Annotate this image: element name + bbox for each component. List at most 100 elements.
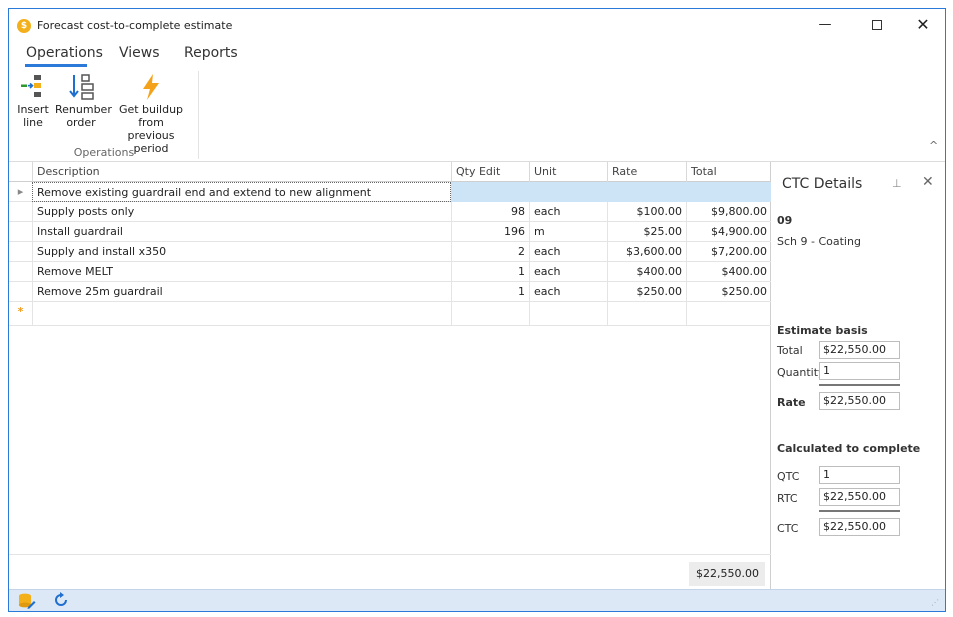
collapse-ribbon-icon[interactable]: ^ <box>929 139 938 152</box>
table-row[interactable]: ▸ Remove existing guardrail end and exte… <box>9 182 771 202</box>
quantity-field[interactable]: 1 <box>819 362 900 380</box>
calculated-divider <box>819 510 900 512</box>
ribbon-group-label: Operations <box>73 146 135 159</box>
pin-icon[interactable]: ⊥ <box>892 177 902 190</box>
cell-total: $9,800.00 <box>686 202 771 222</box>
lightning-icon <box>109 71 193 103</box>
estimate-grid: Description Qty Edit Unit Rate Total ▸ R… <box>9 162 771 589</box>
main-window: $ Forecast cost-to-complete estimate — ✕… <box>8 8 946 612</box>
new-cell-description[interactable] <box>32 302 451 326</box>
window-title: Forecast cost-to-complete estimate <box>37 19 233 32</box>
column-header-rate[interactable]: Rate <box>607 162 686 182</box>
cell-rate[interactable]: $250.00 <box>607 282 686 302</box>
cell-description[interactable]: Remove MELT <box>32 262 451 282</box>
get-buildup-button[interactable]: Get buildup from previous period <box>109 71 193 155</box>
insert-line-label-1: Insert <box>17 103 49 116</box>
cell-qty[interactable]: 98 <box>451 202 529 222</box>
rate-label: Rate <box>777 396 806 409</box>
insert-line-button[interactable]: Insert line <box>13 71 53 129</box>
new-cell-qty[interactable] <box>451 302 529 326</box>
maximize-button[interactable] <box>854 9 900 41</box>
tab-operations[interactable]: Operations <box>26 45 103 61</box>
renumber-order-button[interactable]: Renumber order <box>55 71 112 129</box>
rtc-label: RTC <box>777 492 798 505</box>
database-edit-icon[interactable] <box>18 593 36 612</box>
row-indicator-icon: ▸ <box>17 185 24 198</box>
cell-rate[interactable]: $25.00 <box>607 222 686 242</box>
basis-divider <box>819 384 900 386</box>
panel-close-icon[interactable]: ✕ <box>922 174 934 190</box>
footer-total-summary: $22,550.00 <box>689 562 765 586</box>
ctc-field[interactable]: $22,550.00 <box>819 518 900 536</box>
row-selection-highlight <box>451 182 771 202</box>
cell-unit[interactable]: each <box>529 202 607 222</box>
column-header-unit[interactable]: Unit <box>529 162 607 182</box>
table-row[interactable]: Remove MELT 1 each $400.00 $400.00 <box>9 262 771 282</box>
tab-reports[interactable]: Reports <box>184 45 238 61</box>
table-row[interactable]: Install guardrail 196 m $25.00 $4,900.00 <box>9 222 771 242</box>
cell-qty[interactable]: 1 <box>451 262 529 282</box>
get-buildup-label-1: Get buildup from <box>118 103 184 129</box>
ribbon-group-operations: Insert line Renumber order Get buildup f… <box>9 71 199 159</box>
row-indicator <box>9 202 32 222</box>
row-indicator <box>9 222 32 242</box>
cell-total: $7,200.00 <box>686 242 771 262</box>
new-cell-rate[interactable] <box>607 302 686 326</box>
column-header-description[interactable]: Description <box>32 162 451 182</box>
insert-line-label-2: line <box>23 116 43 129</box>
panel-title: CTC Details <box>782 176 863 192</box>
cell-description[interactable]: Remove 25m guardrail <box>32 282 451 302</box>
tab-views[interactable]: Views <box>119 45 160 61</box>
new-cell-unit[interactable] <box>529 302 607 326</box>
total-field[interactable]: $22,550.00 <box>819 341 900 359</box>
estimate-basis-heading: Estimate basis <box>777 324 868 337</box>
total-label: Total <box>777 344 803 357</box>
grid-footer-divider <box>9 554 771 555</box>
renumber-order-label-2: order <box>66 116 96 129</box>
column-header-total[interactable]: Total <box>686 162 771 182</box>
cell-description[interactable]: Supply and install x350 <box>32 242 451 262</box>
cell-unit[interactable]: m <box>529 222 607 242</box>
calculated-heading: Calculated to complete <box>777 442 921 455</box>
row-indicator <box>9 262 32 282</box>
cell-unit[interactable]: each <box>529 242 607 262</box>
app-dollar-icon: $ <box>17 19 31 33</box>
schedule-name: Sch 9 - Coating <box>777 235 861 248</box>
grid-header: Description Qty Edit Unit Rate Total <box>9 162 771 182</box>
schedule-code: 09 <box>777 214 793 227</box>
active-tab-indicator <box>25 64 87 67</box>
refresh-icon[interactable] <box>53 592 69 612</box>
ctc-details-panel: CTC Details ⊥ ✕ 09 Sch 9 - Coating Estim… <box>772 162 945 589</box>
table-row[interactable]: Supply and install x350 2 each $3,600.00… <box>9 242 771 262</box>
cell-rate[interactable]: $100.00 <box>607 202 686 222</box>
cell-qty[interactable]: 196 <box>451 222 529 242</box>
cell-total: $250.00 <box>686 282 771 302</box>
new-cell-total <box>686 302 771 326</box>
cell-unit[interactable]: each <box>529 282 607 302</box>
new-row[interactable]: * <box>9 302 771 326</box>
ctc-label: CTC <box>777 522 799 535</box>
resize-grip-icon[interactable]: ⋰ <box>931 598 939 607</box>
quantity-label: Quantity <box>777 366 825 379</box>
cell-rate[interactable]: $400.00 <box>607 262 686 282</box>
status-bar: ⋰ <box>9 589 945 611</box>
qtc-field[interactable]: 1 <box>819 466 900 484</box>
cell-total: $400.00 <box>686 262 771 282</box>
cell-qty[interactable]: 2 <box>451 242 529 262</box>
rate-field[interactable]: $22,550.00 <box>819 392 900 410</box>
close-button[interactable]: ✕ <box>900 9 946 41</box>
rtc-field[interactable]: $22,550.00 <box>819 488 900 506</box>
minimize-button[interactable]: — <box>802 9 848 41</box>
table-row[interactable]: Remove 25m guardrail 1 each $250.00 $250… <box>9 282 771 302</box>
renumber-order-icon <box>55 71 107 103</box>
cell-rate[interactable]: $3,600.00 <box>607 242 686 262</box>
cell-qty[interactable]: 1 <box>451 282 529 302</box>
cell-description[interactable]: Supply posts only <box>32 202 451 222</box>
cell-description[interactable]: Install guardrail <box>32 222 451 242</box>
maximize-icon <box>872 19 882 30</box>
cell-description[interactable]: Remove existing guardrail end and extend… <box>32 182 451 202</box>
row-indicator <box>9 242 32 262</box>
column-header-qty-edit[interactable]: Qty Edit <box>451 162 529 182</box>
table-row[interactable]: Supply posts only 98 each $100.00 $9,800… <box>9 202 771 222</box>
cell-unit[interactable]: each <box>529 262 607 282</box>
